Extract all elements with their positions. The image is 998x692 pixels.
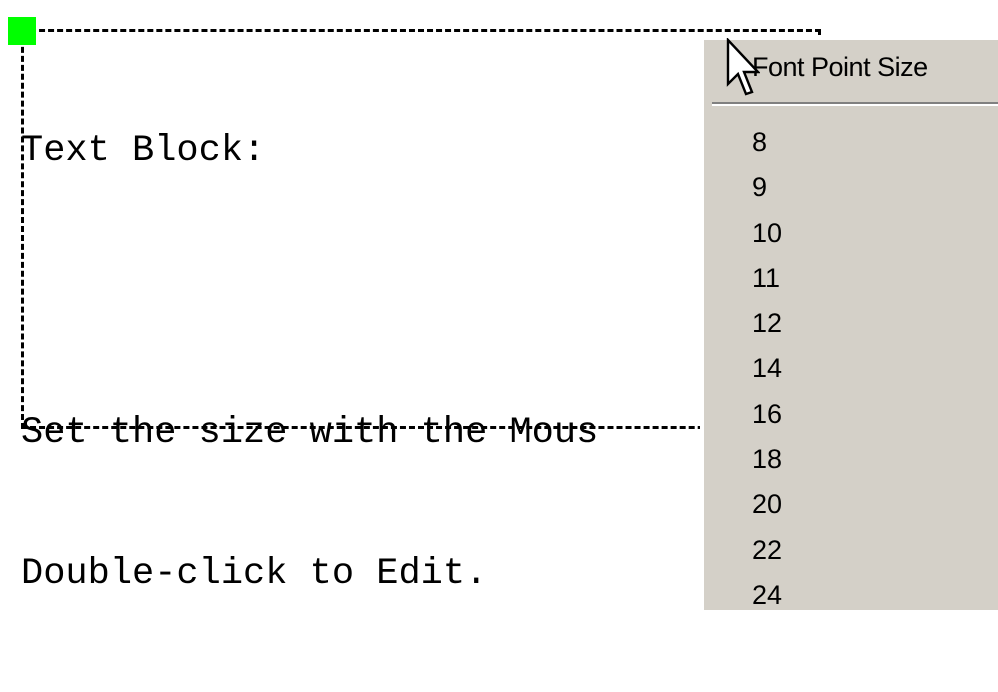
font-size-context-menu[interactable]: Font Point Size 8 9 10 11 12 14 16 18 20… xyxy=(700,36,998,610)
menu-item-list: 8 9 10 11 12 14 16 18 20 22 24 xyxy=(704,120,998,618)
text-block-line: Text Block: xyxy=(21,130,266,172)
menu-item-size-8[interactable]: 8 xyxy=(704,120,998,165)
menu-item-size-12[interactable]: 12 xyxy=(704,301,998,346)
text-block-line xyxy=(21,269,598,316)
text-block-line: Set the size with the Mous xyxy=(21,412,599,454)
menu-item-size-10[interactable]: 10 xyxy=(704,211,998,256)
text-block-line: Double-click to Edit. xyxy=(21,553,488,595)
menu-item-size-14[interactable]: 14 xyxy=(704,346,998,391)
menu-separator xyxy=(712,102,998,106)
menu-item-size-24[interactable]: 24 xyxy=(704,573,998,618)
menu-item-size-22[interactable]: 22 xyxy=(704,528,998,573)
menu-item-size-11[interactable]: 11 xyxy=(704,256,998,301)
menu-title: Font Point Size xyxy=(752,52,928,82)
menu-item-size-18[interactable]: 18 xyxy=(704,437,998,482)
menu-item-size-9[interactable]: 9 xyxy=(704,165,998,210)
text-block-content[interactable]: Text Block: Set the size with the Mous D… xyxy=(21,34,598,692)
menu-item-size-16[interactable]: 16 xyxy=(704,392,998,437)
menu-item-size-20[interactable]: 20 xyxy=(704,482,998,527)
arrow-cursor-icon xyxy=(726,38,760,96)
